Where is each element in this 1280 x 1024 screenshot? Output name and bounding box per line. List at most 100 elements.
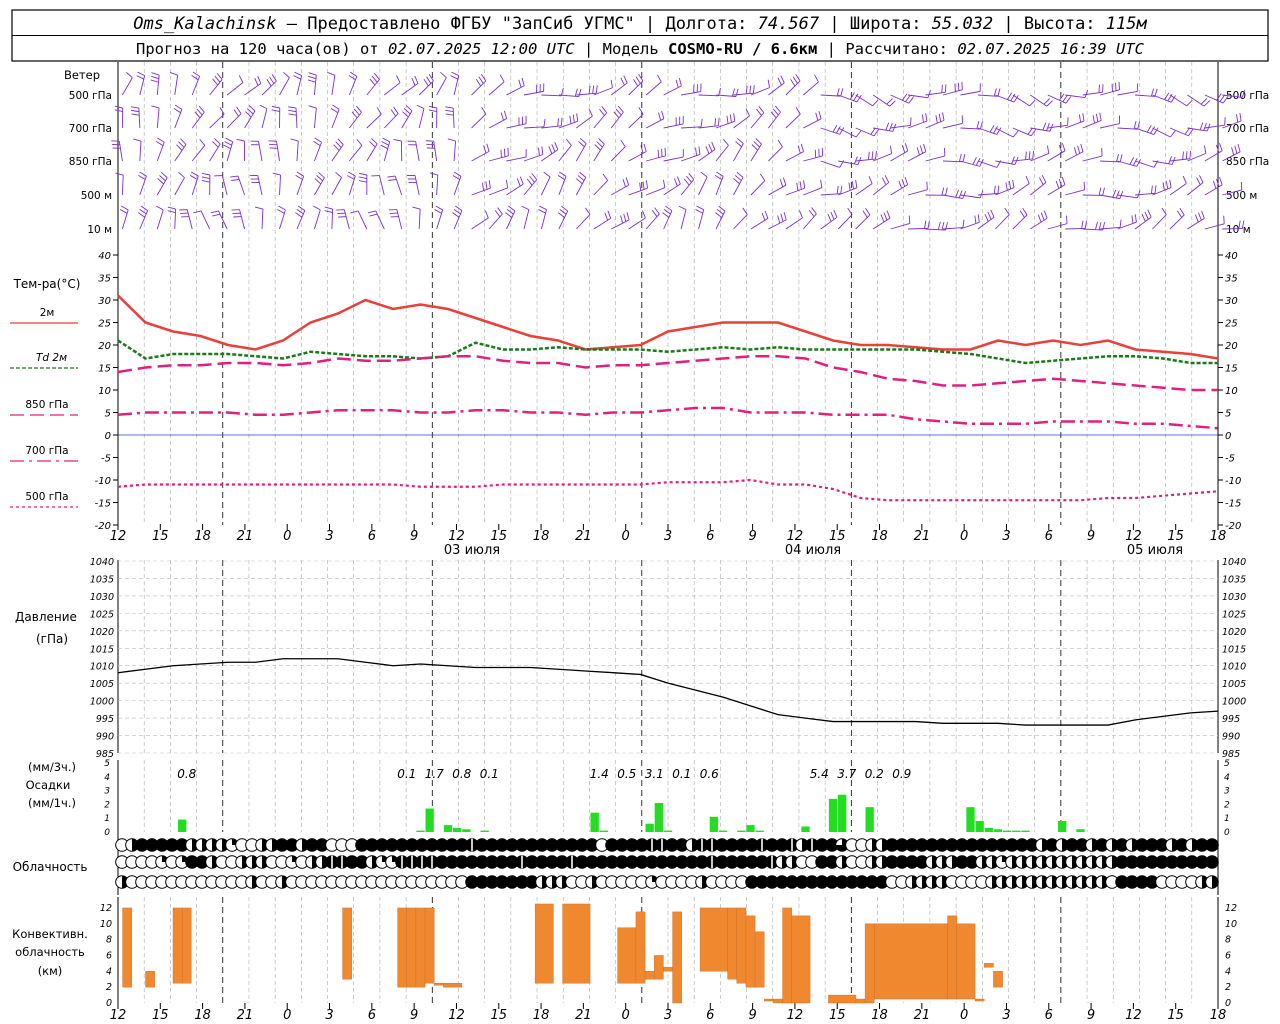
wind-barb xyxy=(1012,175,1030,196)
wind-barb-feather xyxy=(623,213,627,222)
wind-barb-feather xyxy=(1119,154,1123,163)
wind-barb xyxy=(733,207,748,230)
wind-barb xyxy=(907,181,928,196)
wind-barb-feather xyxy=(716,171,724,177)
wind-barb xyxy=(838,127,862,138)
wind-barb-feather xyxy=(269,76,275,84)
wind-barb-shaft xyxy=(802,213,817,230)
conv-ytick-label: 12 xyxy=(100,903,112,914)
wind-barb-feather xyxy=(1092,115,1095,124)
wind-barb-feather xyxy=(295,212,303,218)
wind-barb-feather xyxy=(908,215,911,224)
wind-barb-shaft xyxy=(314,177,325,196)
wind-barb-feather xyxy=(1041,175,1047,183)
wind-barb-feather xyxy=(889,145,893,154)
wind-barb-feather xyxy=(133,138,142,142)
convective-bar xyxy=(764,998,774,1002)
wind-barb-feather xyxy=(832,124,838,133)
wind-barb-feather xyxy=(958,190,963,199)
wind-barb-feather xyxy=(1066,215,1068,224)
wind-barb-feather xyxy=(193,210,202,214)
time-axis-mid-tick-label: 6 xyxy=(706,529,714,544)
wind-barb-feather xyxy=(758,106,765,113)
wind-barb-feather xyxy=(565,138,572,146)
wind-barb-shaft xyxy=(960,90,981,96)
wind-barb-feather xyxy=(223,144,231,150)
wind-barb xyxy=(663,115,684,129)
wind-barb-feather xyxy=(488,180,491,189)
wind-barb xyxy=(855,127,880,137)
wind-barb xyxy=(1030,175,1047,196)
wind-barb-shaft xyxy=(523,126,544,129)
time-axis-mid-tick-label: 9 xyxy=(410,529,418,544)
wind-barb-feather xyxy=(1146,125,1152,133)
wind-barb-feather xyxy=(481,107,487,115)
precip-bar xyxy=(966,807,975,832)
wind-barb xyxy=(960,83,981,96)
wind-barb-feather xyxy=(799,210,803,219)
wind-barb xyxy=(1100,153,1123,163)
wind-barb-feather xyxy=(676,176,681,185)
wind-barb-feather xyxy=(626,212,630,221)
conv-ytick-label: 4 xyxy=(1225,966,1231,977)
temp-title: Тем-ра(°C) xyxy=(13,277,81,291)
wind-barb-feather xyxy=(733,178,740,185)
wind-barb-shaft xyxy=(1169,214,1185,230)
convective-bar xyxy=(773,998,783,1004)
wind-barb-feather xyxy=(356,105,362,113)
wind-barb-feather xyxy=(622,179,626,188)
wind-barb-feather xyxy=(800,143,804,152)
wind-barb-feather xyxy=(423,79,429,87)
wind-barb-feather xyxy=(1078,114,1082,123)
precip-bar xyxy=(709,816,718,832)
date-label: 03 июля xyxy=(444,543,500,558)
wind-barb-feather xyxy=(1062,94,1068,102)
wind-barb-shaft xyxy=(401,110,413,129)
wind-barb xyxy=(1082,112,1102,129)
wind-barb xyxy=(925,112,945,129)
wind-barb xyxy=(610,75,628,96)
wind-barb-feather xyxy=(505,179,509,188)
wind-barb-shaft xyxy=(200,210,211,230)
wind-barb xyxy=(130,106,141,129)
wind-barb-feather xyxy=(1144,211,1149,220)
wind-barb-feather xyxy=(137,71,145,76)
wind-barb xyxy=(890,176,909,196)
wind-level-label-left: 700 гПа xyxy=(69,123,112,135)
pressure-title: Давление xyxy=(15,610,77,624)
wind-barb-feather xyxy=(945,187,948,196)
wind-barb-shaft xyxy=(296,210,306,230)
wind-barb-feather xyxy=(1188,128,1194,137)
wind-barb-shaft xyxy=(139,141,142,162)
wind-barb xyxy=(138,171,147,196)
convective-bar xyxy=(956,923,976,1000)
wind-level-label-left: 850 гПа xyxy=(69,156,112,168)
time-axis-mid-tick-label: 15 xyxy=(152,529,169,544)
wind-barb-feather xyxy=(686,175,692,183)
wind-barb xyxy=(1204,215,1225,230)
wind-barb-shaft xyxy=(1065,94,1086,99)
wind-barb xyxy=(890,117,912,129)
time-axis-mid-tick-label: 0 xyxy=(960,529,968,544)
wind-barb-shaft xyxy=(698,149,716,162)
wind-barb xyxy=(156,172,168,196)
wind-barb-feather xyxy=(416,104,425,109)
wind-barb xyxy=(393,139,403,162)
time-axis-bottom-tick-label: 0 xyxy=(960,1008,968,1023)
wind-barb xyxy=(1012,127,1037,137)
precip-bar xyxy=(645,823,654,832)
time-axis-mid-tick-label: 18 xyxy=(533,529,550,544)
wind-barb xyxy=(523,118,546,129)
wind-barb xyxy=(137,205,149,230)
wind-barb-feather xyxy=(1219,177,1223,185)
conv-ytick-label: 0 xyxy=(106,998,112,1009)
temp-legend-label: 850 гПа xyxy=(25,399,68,411)
conv-ytick-label: 10 xyxy=(100,919,112,930)
wind-barb-feather xyxy=(330,107,339,114)
wind-barb-feather xyxy=(1195,214,1199,223)
temp-ytick-label: 0 xyxy=(105,431,111,442)
wind-barb-feather xyxy=(569,115,572,124)
wind-barb-feather xyxy=(405,105,413,112)
wind-barb-feather xyxy=(830,211,835,220)
wind-barb-feather xyxy=(1080,143,1084,152)
